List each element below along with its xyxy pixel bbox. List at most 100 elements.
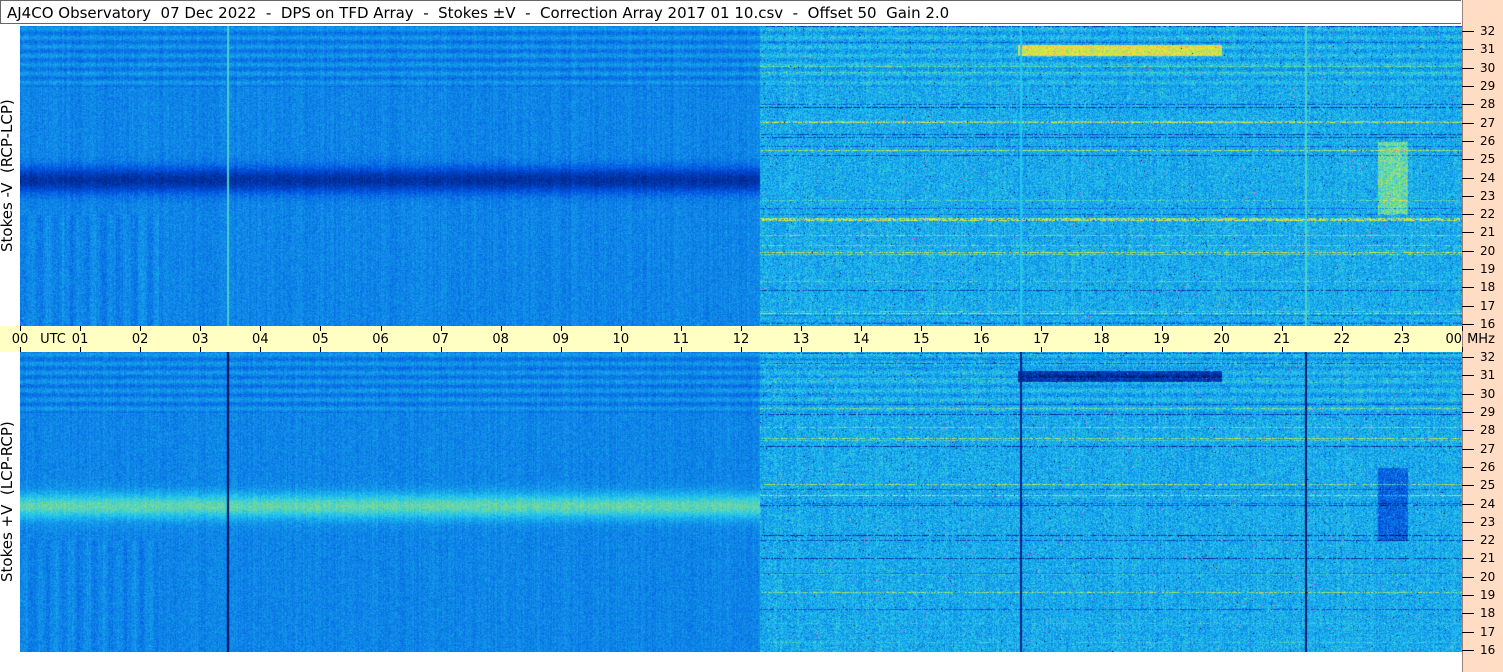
x-tick-mark xyxy=(921,347,923,352)
x-tick-mark xyxy=(801,347,803,352)
x-tick-mark xyxy=(741,326,742,331)
y-tick-mark xyxy=(1462,195,1474,197)
x-tick-mark xyxy=(80,326,82,331)
y-tick-mark xyxy=(1462,269,1474,271)
y-tick-mark xyxy=(1462,305,1474,307)
x-tick-mark xyxy=(741,347,742,352)
x-tick-label: 20 xyxy=(1213,332,1230,347)
x-tick-label: 21 xyxy=(1273,332,1291,347)
y-tick-mark xyxy=(1462,466,1474,468)
x-tick-mark xyxy=(1221,347,1223,352)
y-tick-mark xyxy=(1462,85,1474,87)
x-tick-mark xyxy=(560,326,562,331)
y-tick-mark xyxy=(1462,31,1474,32)
y-tick-label: 31 xyxy=(1480,42,1496,57)
y-tick-mark xyxy=(1462,250,1474,252)
y-tick-label: 31 xyxy=(1480,368,1496,383)
y-unit-label: MHz xyxy=(1467,332,1495,347)
y-tick-label: 25 xyxy=(1480,478,1496,493)
y-tick-mark xyxy=(1462,558,1474,560)
x-tick-label: 11 xyxy=(672,332,690,347)
x-tick-label: 14 xyxy=(852,332,870,347)
x-tick-mark xyxy=(20,326,21,331)
x-tick-mark xyxy=(320,326,322,331)
x-tick-mark xyxy=(620,347,622,352)
y-tick-label: 19 xyxy=(1480,262,1496,277)
y-tick-mark xyxy=(1462,650,1474,651)
x-tick-label: 05 xyxy=(312,332,329,347)
y-tick-mark xyxy=(1462,430,1474,432)
x-tick-mark xyxy=(20,347,21,352)
y-tick-label: 23 xyxy=(1480,188,1496,203)
x-tick-label: 07 xyxy=(432,332,449,347)
y-tick-mark xyxy=(1462,287,1474,289)
x-tick-label: 12 xyxy=(732,332,750,347)
x-tick-mark xyxy=(260,326,262,331)
y-tick-mark xyxy=(1462,411,1474,413)
x-tick-mark xyxy=(861,326,863,331)
x-tick-label: 17 xyxy=(1033,332,1050,347)
x-tick-label: 18 xyxy=(1093,332,1110,347)
y-tick-mark xyxy=(1462,49,1474,51)
x-tick-mark xyxy=(1341,347,1343,352)
y-tick-mark xyxy=(1462,177,1474,179)
x-tick-mark xyxy=(500,326,502,331)
y-tick-mark xyxy=(1462,485,1474,487)
x-tick-label: 23 xyxy=(1393,332,1411,347)
x-tick-label: 01 xyxy=(71,332,89,347)
x-tick-label: 15 xyxy=(912,332,930,347)
y-tick-label: 24 xyxy=(1480,496,1496,511)
y-tick-mark xyxy=(1462,503,1474,505)
y-tick-label: 22 xyxy=(1480,533,1496,548)
x-tick-label: 10 xyxy=(612,332,630,347)
x-tick-mark xyxy=(1101,347,1103,352)
x-tick-mark xyxy=(380,347,382,352)
x-tick-label: 02 xyxy=(131,332,149,347)
x-tick-mark xyxy=(380,326,382,331)
y-tick-mark xyxy=(1462,631,1474,633)
spectrogram-stokes-minus-v xyxy=(20,26,1462,326)
x-tick-label: 03 xyxy=(191,332,209,347)
y-tick-label: 28 xyxy=(1480,97,1496,112)
y-tick-mark xyxy=(1462,67,1474,69)
x-tick-mark xyxy=(1041,347,1043,352)
y-tick-label: 27 xyxy=(1480,441,1496,456)
y-tick-mark xyxy=(1462,122,1474,124)
x-tick-mark xyxy=(680,347,682,352)
x-tick-label: 06 xyxy=(372,332,389,347)
x-tick-mark xyxy=(1341,326,1343,331)
x-tick-label: 00 xyxy=(1445,332,1462,347)
x-tick-mark xyxy=(500,347,502,352)
x-tick-mark xyxy=(260,347,262,352)
y-tick-mark xyxy=(1462,595,1474,597)
y-tick-mark xyxy=(1462,448,1474,450)
panel-1-ylabel: Stokes -V (RCP-LCP) xyxy=(0,99,16,253)
y-tick-label: 29 xyxy=(1480,404,1496,419)
x-tick-label: 22 xyxy=(1333,332,1351,347)
y-tick-mark xyxy=(1462,393,1474,395)
y-tick-label: 16 xyxy=(1480,643,1496,657)
x-tick-mark xyxy=(1462,347,1463,352)
y-tick-label: 21 xyxy=(1480,551,1496,566)
x-tick-label: 09 xyxy=(552,332,570,347)
x-tick-mark xyxy=(1101,326,1103,331)
panel-2-ylabel: Stokes +V (LCP-RCP) xyxy=(0,421,16,583)
x-tick-mark xyxy=(861,347,863,352)
x-tick-mark xyxy=(80,347,82,352)
y-tick-label: 29 xyxy=(1480,78,1496,93)
x-tick-label: 04 xyxy=(252,332,269,347)
x-tick-mark xyxy=(200,347,202,352)
x-tick-mark xyxy=(560,347,562,352)
y-tick-label: 27 xyxy=(1480,115,1496,130)
x-tick-mark xyxy=(1161,326,1163,331)
x-tick-mark xyxy=(680,326,682,331)
x-tick-mark xyxy=(801,326,803,331)
y-tick-label: 22 xyxy=(1480,207,1496,222)
y-tick-mark xyxy=(1462,576,1474,578)
x-tick-mark xyxy=(440,326,442,331)
y-tick-label: 24 xyxy=(1480,170,1496,185)
y-tick-label: 23 xyxy=(1480,514,1496,529)
y-tick-mark xyxy=(1462,613,1474,615)
y-tick-label: 21 xyxy=(1480,225,1496,240)
y-tick-label: 17 xyxy=(1480,298,1496,313)
